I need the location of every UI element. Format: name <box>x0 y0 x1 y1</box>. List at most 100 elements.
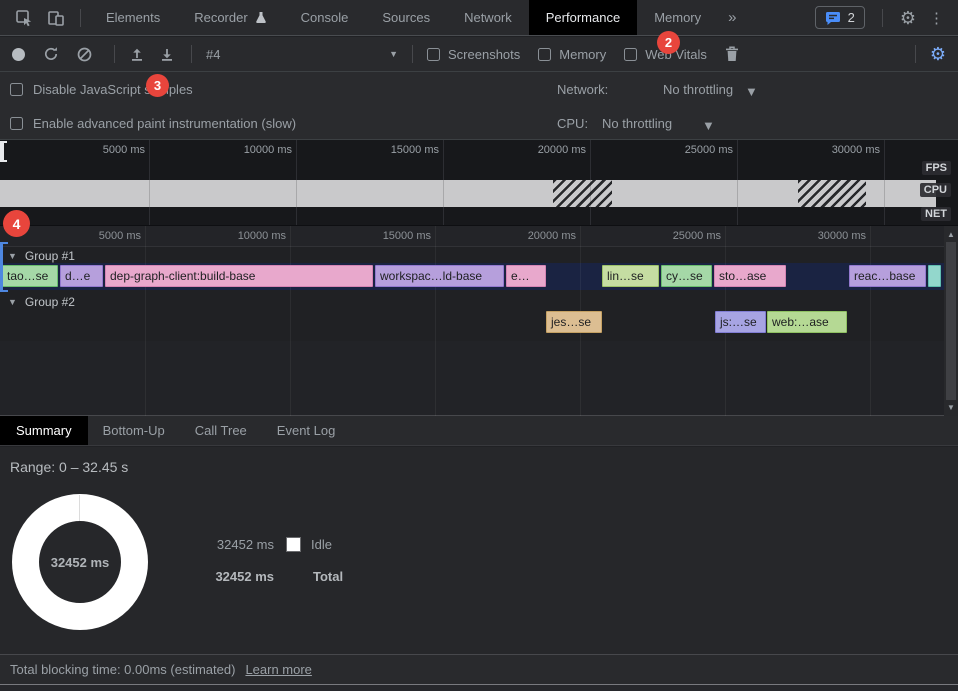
devtools-tab-bar: Elements Recorder Console Sources Networ… <box>0 0 958 36</box>
flame-selection-bracket <box>0 242 8 292</box>
toolbar-separator <box>412 45 413 63</box>
flame-bar[interactable]: reac…base <box>849 265 926 287</box>
tab-label: Network <box>464 10 512 25</box>
legend-row-idle: 32452 ms Idle <box>150 537 332 552</box>
more-tabs-button[interactable]: » <box>728 9 736 26</box>
toolbar-separator <box>191 45 192 63</box>
toolbar-separator <box>915 45 916 63</box>
flame-bar[interactable]: tao…se <box>2 265 58 287</box>
garbage-collect-button[interactable] <box>725 46 739 62</box>
tab-label: Bottom-Up <box>103 423 165 438</box>
tab-sources[interactable]: Sources <box>365 0 447 35</box>
history-select[interactable]: #4 ▼ <box>206 47 398 62</box>
disable-js-checkbox[interactable] <box>10 83 23 96</box>
flame-bar[interactable]: e… <box>506 265 546 287</box>
group-2-header[interactable]: ▼ Group #2 <box>8 295 75 309</box>
overview-tick-label: 15000 ms <box>369 144 439 156</box>
flame-bars-row-1: tao…sed…edep-graph-client:build-basework… <box>0 265 944 287</box>
load-profile-button[interactable] <box>129 46 145 62</box>
chevron-down-icon[interactable]: ▼ <box>702 118 715 133</box>
group-label-text: Group #2 <box>25 295 75 309</box>
settings-gear-icon[interactable]: ⚙ <box>900 9 916 27</box>
scrollbar-thumb[interactable] <box>946 242 956 400</box>
flame-tick-label: 30000 ms <box>796 230 866 242</box>
overview-selection-handle[interactable] <box>0 141 7 162</box>
learn-more-link[interactable]: Learn more <box>245 662 311 677</box>
cpu-throttling-select[interactable]: No throttling <box>602 116 672 131</box>
flame-bar[interactable]: sto…ase <box>714 265 786 287</box>
device-toolbar-button[interactable] <box>40 4 72 32</box>
tab-memory[interactable]: Memory <box>637 0 718 35</box>
group-1-header[interactable]: ▼ Group #1 <box>8 249 75 263</box>
step-badge-2: 2 <box>657 31 680 54</box>
net-track-label: NET <box>921 207 951 221</box>
chevron-down-icon: ▼ <box>389 49 398 59</box>
issues-counter-button[interactable]: 2 <box>815 6 865 29</box>
issues-bubble-icon <box>825 11 841 25</box>
tab-label: Performance <box>546 10 620 25</box>
record-button[interactable] <box>12 48 25 61</box>
paint-instrumentation-checkbox[interactable] <box>10 117 23 130</box>
screenshots-checkbox[interactable]: Screenshots <box>427 47 520 62</box>
tab-call-tree[interactable]: Call Tree <box>180 416 262 445</box>
summary-pane: Range: 0 – 32.45 s 32452 ms 32452 ms Idl… <box>0 447 958 654</box>
tab-console[interactable]: Console <box>284 0 366 35</box>
reload-and-record-button[interactable] <box>43 46 59 62</box>
flame-bar[interactable]: lin…se <box>602 265 659 287</box>
tab-performance[interactable]: Performance <box>529 0 637 35</box>
tab-elements[interactable]: Elements <box>89 0 177 35</box>
capture-settings-gear-icon[interactable]: ⚙ <box>930 45 946 63</box>
flame-bar[interactable]: cy…se <box>661 265 712 287</box>
legend-row-total: 32452 ms Total <box>150 569 343 584</box>
flame-tick-label: 15000 ms <box>361 230 431 242</box>
clear-recording-button[interactable] <box>77 47 92 62</box>
flame-chart[interactable]: ▼ Group #1 tao…sed…edep-graph-client:bui… <box>0 225 958 415</box>
step-badge-4: 4 <box>3 210 30 237</box>
history-select-value: #4 <box>206 47 220 62</box>
kebab-menu-icon[interactable]: ⋮ <box>925 9 948 27</box>
group-label-text: Group #1 <box>25 249 75 263</box>
tab-label: Event Log <box>277 423 336 438</box>
flame-bar[interactable]: jes…se <box>546 311 602 333</box>
flame-bar[interactable] <box>928 265 941 287</box>
flame-bar[interactable]: js:…se <box>715 311 766 333</box>
flame-bar[interactable]: workspac…ld-base <box>375 265 504 287</box>
scroll-down-icon[interactable]: ▼ <box>944 403 958 412</box>
network-throttling-select[interactable]: No throttling <box>663 82 733 97</box>
tab-recorder[interactable]: Recorder <box>177 0 283 35</box>
summary-donut-chart: 32452 ms <box>12 494 148 630</box>
overview-band-gridline <box>296 180 297 207</box>
legend-value: 32452 ms <box>150 537 274 552</box>
tab-event-log[interactable]: Event Log <box>262 416 351 445</box>
legend-label: Idle <box>311 537 332 552</box>
window-bottom-edge <box>0 684 958 691</box>
legend-value: 32452 ms <box>150 569 274 584</box>
paint-instrumentation-row: Enable advanced paint instrumentation (s… <box>0 106 958 140</box>
tab-bottom-up[interactable]: Bottom-Up <box>88 416 180 445</box>
issues-count: 2 <box>848 10 855 25</box>
range-text: Range: 0 – 32.45 s <box>10 459 128 475</box>
cpu-throttled-region <box>798 180 866 207</box>
chevron-down-icon[interactable]: ▼ <box>745 84 758 99</box>
save-profile-button[interactable] <box>159 46 175 62</box>
tab-network[interactable]: Network <box>447 0 529 35</box>
donut-center-value: 32452 ms <box>12 494 148 630</box>
flame-bar[interactable]: dep-graph-client:build-base <box>105 265 373 287</box>
tab-summary[interactable]: Summary <box>0 416 88 445</box>
performance-toolbar: #4 ▼ Screenshots Memory Web Vitals ⚙ <box>0 37 958 72</box>
tab-label: Console <box>301 10 349 25</box>
fps-track-label: FPS <box>922 161 951 175</box>
flame-bar[interactable]: d…e <box>60 265 103 287</box>
capture-settings-pane: Disable JavaScript samples Enable advanc… <box>0 72 958 140</box>
checkbox-label: Memory <box>559 47 606 62</box>
paint-instrumentation-label: Enable advanced paint instrumentation (s… <box>33 116 296 131</box>
memory-checkbox[interactable]: Memory <box>538 47 606 62</box>
flame-scrollbar[interactable]: ▲ ▼ <box>944 226 958 416</box>
cpu-track-label: CPU <box>920 183 951 197</box>
status-bar: Total blocking time: 0.00ms (estimated) … <box>0 655 958 684</box>
inspect-element-button[interactable] <box>8 4 40 32</box>
scroll-up-icon[interactable]: ▲ <box>944 230 958 239</box>
flame-bar[interactable]: web:…ase <box>767 311 847 333</box>
cpu-overview-band <box>0 180 936 207</box>
timeline-overview[interactable]: FPS CPU NET 5000 ms10000 ms15000 ms20000… <box>0 140 958 225</box>
